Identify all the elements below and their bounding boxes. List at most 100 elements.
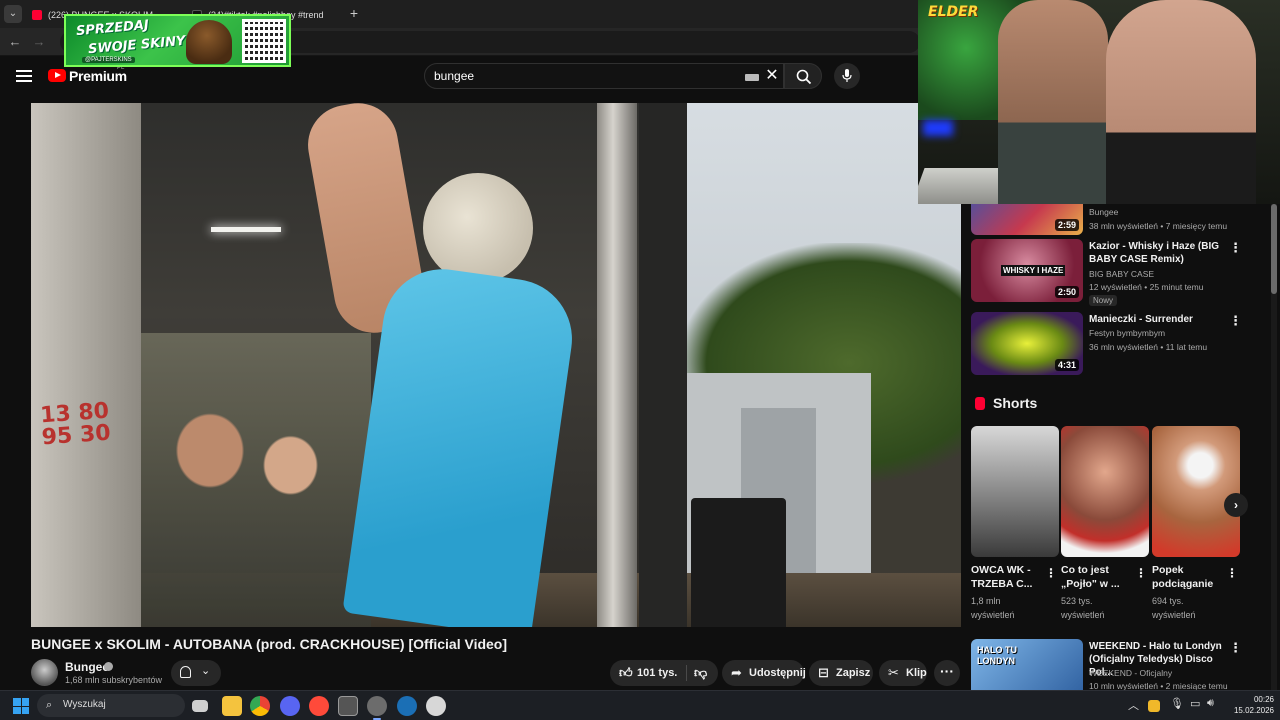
hamburger-menu-icon[interactable] xyxy=(16,70,32,82)
more-options-icon[interactable]: ⋮ xyxy=(1226,566,1238,580)
channel-name[interactable]: BIG BABY CASE xyxy=(1089,269,1154,279)
microphone-tray-icon[interactable]: 🎙︎ xyxy=(1170,697,1184,710)
ea-app-icon[interactable] xyxy=(309,696,329,716)
chevron-right-icon[interactable]: › xyxy=(1224,493,1248,517)
recommendation-item[interactable]: WHISKY I HAZE 2:50 Kazior - Whisky i Haz… xyxy=(971,239,1251,306)
channel-name[interactable]: Festyn bymbymbym xyxy=(1089,328,1165,338)
clip-label: Klip xyxy=(906,667,927,679)
notification-bell-button[interactable]: ⌄ xyxy=(171,660,221,686)
short-title[interactable]: Co to jest „Pojło" w ... xyxy=(1061,563,1131,591)
promo-line1: SPRZEDAJ xyxy=(75,17,150,40)
video-meta: 36 mln wyświetleń • 11 lat temu xyxy=(1089,342,1208,352)
search-button[interactable] xyxy=(784,63,822,89)
share-arrow-icon: ➦ xyxy=(731,665,742,680)
new-tab-button[interactable]: + xyxy=(346,4,362,22)
system-clock[interactable]: 00:26 15.02.2026 xyxy=(1226,694,1274,716)
short-views: 1,8 mln wyświetleń xyxy=(971,596,1015,620)
short-thumbnail[interactable] xyxy=(1152,426,1240,557)
short-views: 694 tys. wyświetleń xyxy=(1152,596,1196,620)
clear-search-icon[interactable]: ✕ xyxy=(763,66,781,86)
new-badge: Nowy xyxy=(1089,295,1118,306)
short-title[interactable]: Popek podciąganie xyxy=(1152,563,1222,591)
network-icon[interactable]: ▭ xyxy=(1190,697,1200,710)
more-actions-button[interactable]: ··· xyxy=(934,660,960,686)
voice-search-button[interactable] xyxy=(834,63,860,89)
channel-avatar[interactable] xyxy=(31,659,58,686)
short-thumbnail[interactable] xyxy=(1061,426,1149,557)
webcam-logo: ELDER xyxy=(928,4,979,20)
promo-banner: SPRZEDAJ SWOJE SKINY @PAJTERSKINS xyxy=(64,14,291,67)
thumbs-down-icon[interactable]: 👎︎ xyxy=(694,660,707,686)
bookmark-icon: ⊟ xyxy=(818,665,829,680)
video-frame-bin xyxy=(691,498,786,627)
recommendation-item[interactable]: HALO TU LONDYN WEEKEND - Halo tu Londyn … xyxy=(971,639,1251,690)
volume-icon[interactable]: 🔊︎ xyxy=(1207,697,1214,710)
forward-button[interactable]: → xyxy=(30,33,48,51)
duration-badge: 4:31 xyxy=(1054,359,1079,371)
channel-name[interactable]: Bungee xyxy=(65,660,109,674)
like-count[interactable]: 101 tys. xyxy=(637,660,677,686)
thumbs-up-icon[interactable]: 👍︎ xyxy=(619,660,633,686)
keyboard-icon[interactable] xyxy=(745,74,759,81)
obs-icon[interactable] xyxy=(367,696,387,720)
video-thumbnail[interactable]: HALO TU LONDYN xyxy=(971,639,1083,690)
channel-name[interactable]: WEEKEND - Oficjalny xyxy=(1089,668,1172,678)
task-view-icon[interactable] xyxy=(192,700,208,712)
video-thumbnail[interactable]: 4:31 xyxy=(971,312,1083,375)
webcam-led xyxy=(923,120,953,136)
youtube-favicon-icon xyxy=(32,10,42,20)
taskbar-search[interactable]: ⌕ Wyszukaj xyxy=(37,694,185,717)
more-options-icon[interactable]: ⋮ xyxy=(1229,314,1242,327)
video-player[interactable]: 13 80 95 30 xyxy=(31,103,961,627)
video-thumbnail[interactable]: WHISKY I HAZE 2:50 xyxy=(971,239,1083,302)
microphone-icon xyxy=(842,69,852,82)
short-title[interactable]: OWCA WK - TRZEBA C... xyxy=(971,563,1041,591)
clock-time: 00:26 xyxy=(1253,695,1274,704)
clip-button[interactable]: ✂ Klip xyxy=(879,660,927,686)
more-options-icon[interactable]: ⋮ xyxy=(1229,641,1242,654)
search-icon: ⌕ xyxy=(46,699,53,711)
more-options-icon[interactable]: ⋮ xyxy=(1045,566,1057,580)
taskbar-search-label: Wyszukaj xyxy=(63,699,106,710)
more-options-icon[interactable]: ⋮ xyxy=(1135,566,1147,580)
video-title[interactable]: Manieczki - Surrender xyxy=(1089,313,1224,326)
tab-search-button[interactable]: ⌄ xyxy=(4,5,22,23)
scissors-icon: ✂ xyxy=(888,665,899,680)
discord-icon[interactable] xyxy=(280,696,300,716)
video-meta: 12 wyświetleń • 25 minut temu xyxy=(1089,282,1204,292)
save-button[interactable]: ⊟ Zapisz xyxy=(809,660,873,686)
recommendation-item[interactable]: 2:59 Bungee 38 mln wyświetleń • 7 miesię… xyxy=(971,204,1251,236)
scrollbar-thumb[interactable] xyxy=(1271,204,1277,294)
promo-handle: @PAJTERSKINS xyxy=(82,57,135,63)
file-explorer-icon[interactable] xyxy=(222,696,242,716)
video-thumbnail[interactable]: 2:59 xyxy=(971,204,1083,235)
xbox-app-icon[interactable] xyxy=(338,696,358,716)
tray-app-icon[interactable] xyxy=(1148,700,1160,712)
duration-badge: 2:50 xyxy=(1054,286,1079,298)
video-frame-pillar xyxy=(639,103,687,627)
chevron-up-icon[interactable]: ︿ xyxy=(1128,697,1139,713)
chrome-icon[interactable] xyxy=(250,696,270,716)
windows-start-icon[interactable] xyxy=(13,698,29,714)
settings-icon[interactable] xyxy=(426,696,446,716)
back-button[interactable]: ← xyxy=(6,33,24,51)
video-title[interactable]: Kazior - Whisky i Haze (BIG BABY CASE Re… xyxy=(1089,240,1224,266)
share-label: Udostępnij xyxy=(749,667,806,679)
video-frame-graffiti: 13 80 95 30 xyxy=(39,398,112,451)
scrollbar[interactable] xyxy=(1271,204,1277,690)
more-options-icon[interactable]: ⋮ xyxy=(1229,241,1242,254)
recommendation-item[interactable]: 4:31 Manieczki - Surrender Festyn bymbym… xyxy=(971,312,1251,376)
search-icon xyxy=(796,69,812,85)
youtube-logo-icon[interactable] xyxy=(48,69,66,82)
share-button[interactable]: ➦ Udostępnij xyxy=(722,660,806,686)
verified-icon xyxy=(104,662,113,671)
shorts-icon xyxy=(975,397,985,410)
video-frame-door xyxy=(31,103,141,627)
steam-icon[interactable] xyxy=(397,696,417,716)
short-views: 523 tys. wyświetleń xyxy=(1061,596,1105,620)
channel-name[interactable]: Bungee xyxy=(1089,207,1118,217)
duration-badge: 2:59 xyxy=(1054,219,1079,231)
short-thumbnail[interactable] xyxy=(971,426,1059,557)
promo-line2: SWOJE SKINY xyxy=(87,33,187,58)
search-input[interactable] xyxy=(434,68,734,84)
